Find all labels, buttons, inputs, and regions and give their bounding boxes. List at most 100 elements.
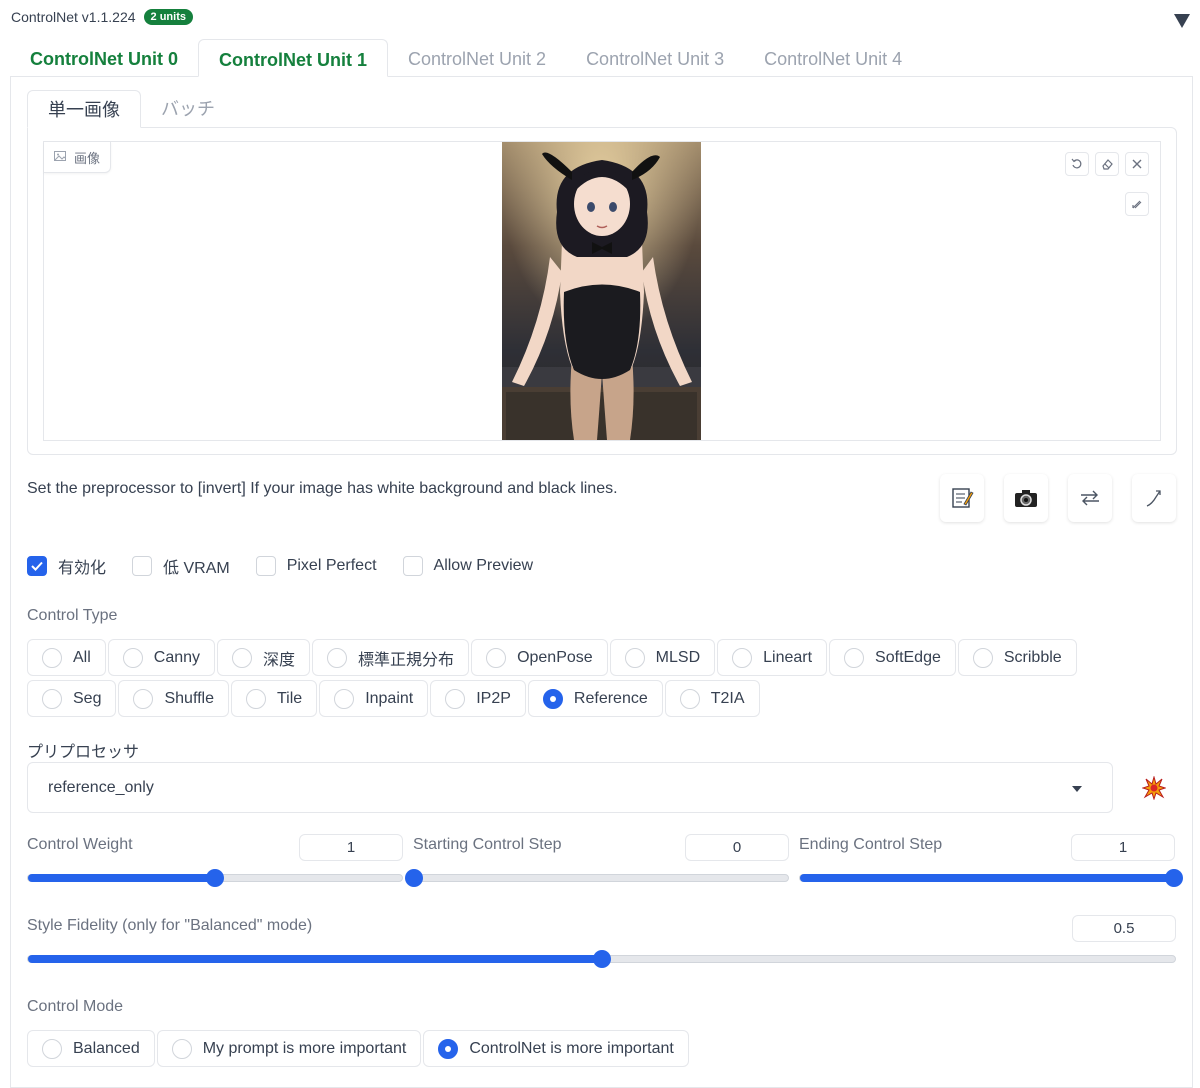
undo-icon[interactable] [1065,152,1089,176]
slider-fill [28,874,215,882]
checkbox-box[interactable] [132,556,153,576]
image-subtabs: 単一画像 バッチ [27,90,235,128]
radio-circle[interactable] [445,688,466,709]
starting-step-slider[interactable] [405,869,789,887]
radio-balanced[interactable]: Balanced [27,1030,155,1067]
starting-step-input[interactable]: 0 [685,834,789,861]
control-weight-input[interactable]: 1 [299,834,403,861]
radio-circle[interactable] [732,647,753,668]
brush-icon[interactable] [1125,192,1149,216]
radio-selected-circle[interactable] [438,1038,459,1059]
dropdown-arrow-icon[interactable] [1072,786,1082,792]
control-weight-label: Control Weight [27,836,133,853]
radio-circle[interactable] [133,688,154,709]
radio-label: Shuffle [164,689,214,707]
style-fidelity-slider[interactable] [27,950,1176,968]
preprocessor-label: プリプロセッサ [27,744,140,761]
radio-circle[interactable] [42,647,62,668]
control-type-row-2: Seg Shuffle Tile Inpaint IP2P Reference … [27,680,762,717]
checkbox-box[interactable] [255,556,276,576]
radio-mlsd[interactable]: MLSD [609,639,716,676]
radio-label: Canny [153,648,201,666]
style-fidelity-label: Style Fidelity (only for "Balanced" mode… [27,917,313,934]
radio-softedge[interactable]: SoftEdge [829,639,956,676]
tab-unit-3[interactable]: ControlNet Unit 3 [566,39,744,77]
radio-label: IP2P [476,689,511,707]
radio-circle[interactable] [679,688,700,709]
radio-selected-circle[interactable] [542,688,563,709]
radio-circle[interactable] [232,647,253,668]
pixel-perfect-label: Pixel Perfect [286,557,377,574]
image-upload-area[interactable]: 画像 [43,141,1161,441]
radio-circle[interactable] [334,688,355,709]
swap-icon[interactable] [1068,474,1112,522]
radio-label: OpenPose [517,648,593,666]
radio-circle[interactable] [486,647,507,668]
allow-preview-checkbox[interactable]: Allow Preview [402,554,534,578]
radio-ip2p[interactable]: IP2P [430,680,526,717]
radio-prompt-important[interactable]: My prompt is more important [156,1030,422,1067]
allow-preview-label: Allow Preview [433,557,534,574]
radio-label: Reference [573,689,648,707]
slider-thumb[interactable] [592,950,611,968]
slider-thumb[interactable] [1165,869,1183,887]
radio-seg[interactable]: Seg [27,680,117,717]
radio-canny[interactable]: Canny [107,639,216,676]
radio-circle[interactable] [42,1038,62,1059]
checkbox-checked-icon[interactable] [27,556,47,576]
tab-unit-4[interactable]: ControlNet Unit 4 [744,39,922,77]
radio-normal-map[interactable]: 標準正規分布 [312,639,470,676]
send-curve-icon[interactable] [1132,474,1176,522]
starting-step-label: Starting Control Step [413,836,562,853]
tab-batch[interactable]: バッチ [141,90,235,128]
radio-circle[interactable] [972,647,993,668]
ending-step-input[interactable]: 1 [1071,834,1175,861]
image-label-text: 画像 [74,150,101,166]
radio-controlnet-important[interactable]: ControlNet is more important [423,1030,689,1067]
checkbox-box[interactable] [402,556,423,576]
tab-unit-1[interactable]: ControlNet Unit 1 [198,39,388,77]
eraser-icon[interactable] [1095,152,1119,176]
control-mode-label: Control Mode [27,998,124,1015]
radio-label: Inpaint [365,689,414,707]
radio-reference[interactable]: Reference [527,680,663,717]
radio-lineart[interactable]: Lineart [717,639,828,676]
radio-openpose[interactable]: OpenPose [471,639,608,676]
radio-inpaint[interactable]: Inpaint [319,680,429,717]
radio-all[interactable]: All [27,639,106,676]
radio-circle[interactable] [327,647,348,668]
radio-shuffle[interactable]: Shuffle [118,680,229,717]
slider-thumb[interactable] [206,869,224,887]
run-preprocessor-icon[interactable] [1131,765,1177,811]
slider-thumb[interactable] [405,869,423,887]
radio-tile[interactable]: Tile [231,680,318,717]
low-vram-checkbox[interactable]: 低 VRAM [132,554,230,578]
pixel-perfect-checkbox[interactable]: Pixel Perfect [255,554,377,578]
radio-circle[interactable] [246,688,266,709]
preprocessor-hint: Set the preprocessor to [invert] If your… [27,480,618,497]
radio-circle[interactable] [624,647,645,668]
radio-circle[interactable] [42,688,62,709]
enable-checkbox[interactable]: 有効化 [27,554,106,578]
option-checkboxes: 有効化 低 VRAM Pixel Perfect Allow Preview [27,554,559,578]
tab-unit-2[interactable]: ControlNet Unit 2 [388,39,566,77]
control-weight-slider[interactable] [27,869,403,887]
radio-t2ia[interactable]: T2IA [664,680,760,717]
radio-depth[interactable]: 深度 [217,639,311,676]
style-fidelity-input[interactable]: 0.5 [1072,915,1176,942]
image-icon [54,150,66,165]
notepad-icon[interactable] [940,474,984,522]
radio-circle[interactable] [122,647,143,668]
tab-unit-0[interactable]: ControlNet Unit 0 [10,39,198,77]
collapse-icon[interactable] [1174,14,1190,28]
preprocessor-select[interactable]: reference_only [27,762,1113,813]
unit-tabs: ControlNet Unit 0 ControlNet Unit 1 Cont… [10,39,922,77]
tab-single-image[interactable]: 単一画像 [27,90,141,128]
radio-scribble[interactable]: Scribble [957,639,1077,676]
ending-step-slider[interactable] [799,869,1183,887]
control-mode-options: Balanced My prompt is more important Con… [27,1030,691,1067]
camera-icon[interactable] [1004,474,1048,522]
radio-circle[interactable] [844,647,865,668]
radio-circle[interactable] [171,1038,192,1059]
close-icon[interactable] [1125,152,1149,176]
